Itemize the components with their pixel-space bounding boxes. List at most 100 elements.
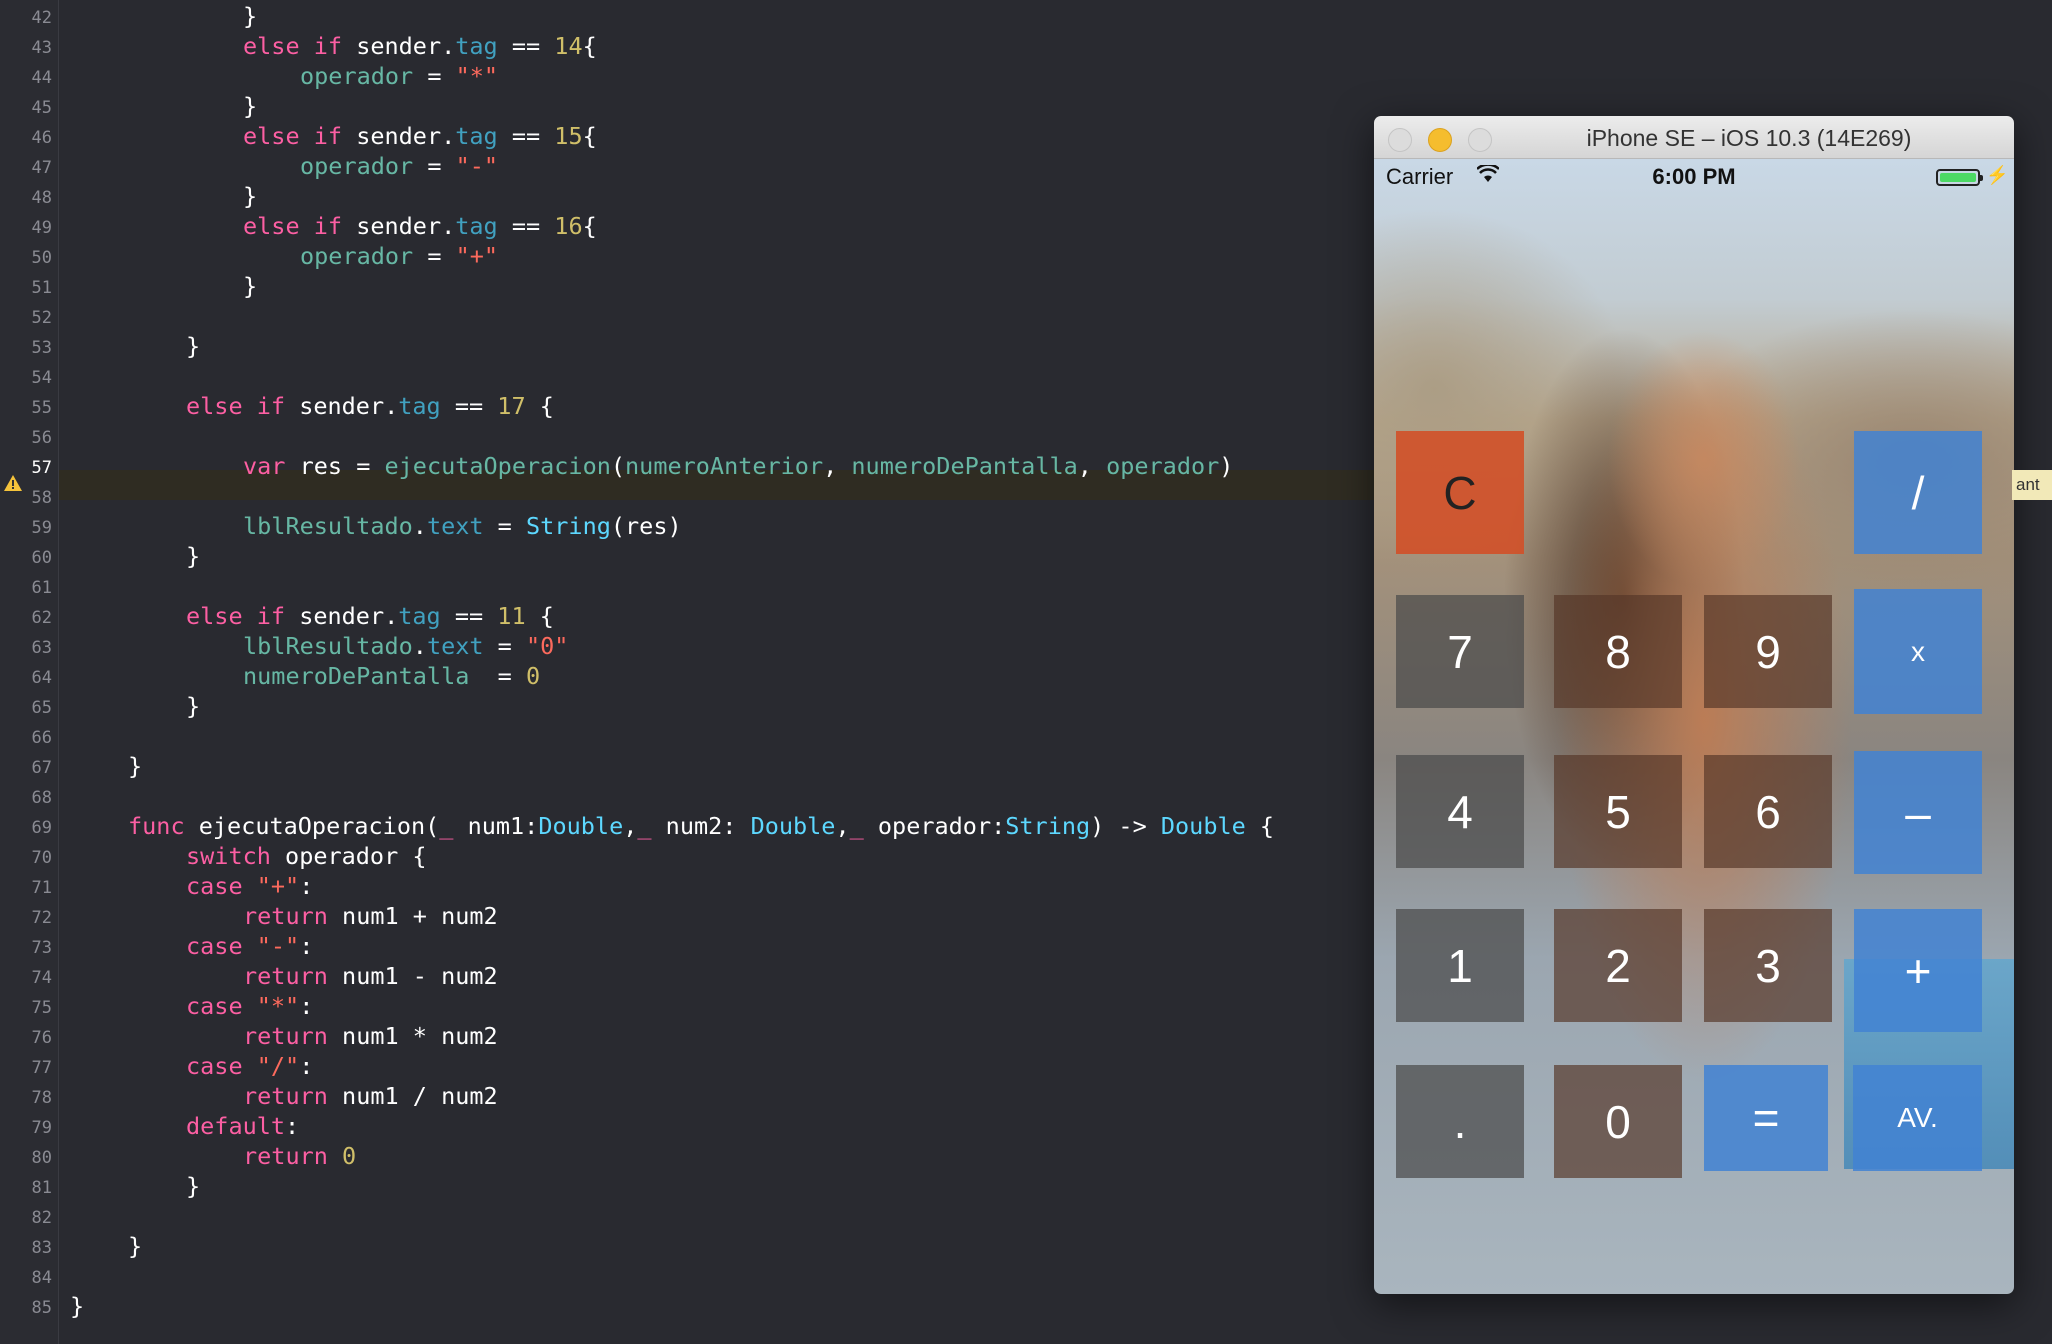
minus-button[interactable]: –	[1854, 751, 1982, 874]
line-number: 50	[31, 248, 52, 268]
one-button[interactable]: 1	[1396, 909, 1524, 1022]
code-line[interactable]: case "+":	[186, 872, 313, 900]
line-number: 83	[31, 1238, 52, 1258]
iphone-screen: Carrier 6:00 PM ⚡ C / 7 8 9 x 4 5 6 – 1 …	[1374, 159, 2014, 1294]
line-number: 81	[31, 1178, 52, 1198]
equals-button[interactable]: =	[1704, 1065, 1828, 1171]
window-title: iPhone SE – iOS 10.3 (14E269)	[1586, 125, 1912, 151]
line-number: 82	[31, 1208, 52, 1228]
code-line[interactable]: else if sender.tag == 11 {	[186, 602, 554, 630]
line-number: 61	[31, 578, 52, 598]
two-button[interactable]: 2	[1554, 909, 1682, 1022]
line-number: 53	[31, 338, 52, 358]
line-number: 51	[31, 278, 52, 298]
line-number: 42	[31, 8, 52, 28]
divide-button[interactable]: /	[1854, 431, 1982, 554]
line-number: 44	[31, 68, 52, 88]
code-line[interactable]: operador = "+"	[300, 242, 498, 270]
code-line[interactable]: }	[186, 332, 200, 360]
line-number: 69	[31, 818, 52, 838]
code-line[interactable]: }	[186, 542, 200, 570]
code-line[interactable]: }	[186, 1172, 200, 1200]
battery-icon	[1936, 169, 1983, 186]
code-line[interactable]: case "-":	[186, 932, 313, 960]
line-number: 47	[31, 158, 52, 178]
line-number: 56	[31, 428, 52, 448]
line-number: 73	[31, 938, 52, 958]
four-button[interactable]: 4	[1396, 755, 1524, 868]
line-number: 68	[31, 788, 52, 808]
line-number: 76	[31, 1028, 52, 1048]
line-number: 63	[31, 638, 52, 658]
code-line[interactable]: case "*":	[186, 992, 313, 1020]
code-line[interactable]: operador = "-"	[300, 152, 498, 180]
code-line[interactable]: }	[70, 1292, 84, 1320]
line-number: 77	[31, 1058, 52, 1078]
code-line[interactable]: default:	[186, 1112, 299, 1140]
line-number: 59	[31, 518, 52, 538]
code-line[interactable]: }	[128, 1232, 142, 1260]
nine-button[interactable]: 9	[1704, 595, 1832, 708]
line-number: 64	[31, 668, 52, 688]
clear-button[interactable]: C	[1396, 431, 1524, 554]
close-window-button[interactable]	[1388, 128, 1412, 152]
tooltip-fragment: ant	[2012, 470, 2052, 500]
eight-button[interactable]: 8	[1554, 595, 1682, 708]
code-line[interactable]: case "/":	[186, 1052, 313, 1080]
code-line[interactable]: else if sender.tag == 15{	[243, 122, 597, 150]
code-line[interactable]: switch operador {	[186, 842, 427, 870]
line-number: 60	[31, 548, 52, 568]
code-line[interactable]: return num1 / num2	[243, 1082, 498, 1110]
three-button[interactable]: 3	[1704, 909, 1832, 1022]
code-line[interactable]: operador = "*"	[300, 62, 498, 90]
line-number: 52	[31, 308, 52, 328]
code-line[interactable]: return num1 - num2	[243, 962, 498, 990]
seven-button[interactable]: 7	[1396, 595, 1524, 708]
warning-icon[interactable]	[4, 475, 22, 491]
line-number: 67	[31, 758, 52, 778]
code-line[interactable]: return num1 + num2	[243, 902, 498, 930]
code-line[interactable]: func ejecutaOperacion(_ num1:Double,_ nu…	[128, 812, 1274, 840]
code-line[interactable]: return num1 * num2	[243, 1022, 498, 1050]
line-number: 62	[31, 608, 52, 628]
line-number: 72	[31, 908, 52, 928]
line-number: 80	[31, 1148, 52, 1168]
charging-icon: ⚡	[1986, 165, 2009, 185]
code-line[interactable]: }	[243, 182, 257, 210]
code-line[interactable]: lblResultado.text = "0"	[243, 632, 568, 660]
code-line[interactable]: else if sender.tag == 17 {	[186, 392, 554, 420]
code-line[interactable]: numeroDePantalla = 0	[243, 662, 540, 690]
code-line[interactable]: lblResultado.text = String(res)	[243, 512, 682, 540]
status-bar: Carrier 6:00 PM ⚡	[1374, 159, 2014, 193]
line-number: 75	[31, 998, 52, 1018]
code-line[interactable]: }	[186, 692, 200, 720]
line-number: 55	[31, 398, 52, 418]
code-line[interactable]: }	[243, 2, 257, 30]
six-button[interactable]: 6	[1704, 755, 1832, 868]
line-number: 48	[31, 188, 52, 208]
code-line[interactable]: else if sender.tag == 14{	[243, 32, 597, 60]
line-number: 84	[31, 1268, 52, 1288]
minimize-window-button[interactable]	[1428, 128, 1452, 152]
code-line[interactable]: var res = ejecutaOperacion(numeroAnterio…	[243, 452, 1233, 480]
code-line[interactable]: else if sender.tag == 16{	[243, 212, 597, 240]
code-line[interactable]: }	[243, 92, 257, 120]
code-line[interactable]: return 0	[243, 1142, 356, 1170]
line-number: 49	[31, 218, 52, 238]
line-number: 58	[31, 488, 52, 508]
decimal-button[interactable]: .	[1396, 1065, 1524, 1178]
code-line[interactable]: }	[243, 272, 257, 300]
zero-button[interactable]: 0	[1554, 1065, 1682, 1178]
line-number: 66	[31, 728, 52, 748]
line-number: 70	[31, 848, 52, 868]
multiply-button[interactable]: x	[1854, 589, 1982, 714]
line-number: 65	[31, 698, 52, 718]
av-button[interactable]: AV.	[1853, 1065, 1982, 1171]
line-number: 45	[31, 98, 52, 118]
window-titlebar[interactable]: iPhone SE – iOS 10.3 (14E269)	[1374, 116, 2014, 159]
simulator-window[interactable]: iPhone SE – iOS 10.3 (14E269) Carrier 6:…	[1374, 116, 2014, 1294]
line-number: 46	[31, 128, 52, 148]
code-line[interactable]: }	[128, 752, 142, 780]
five-button[interactable]: 5	[1554, 755, 1682, 868]
plus-button[interactable]: +	[1854, 909, 1982, 1032]
